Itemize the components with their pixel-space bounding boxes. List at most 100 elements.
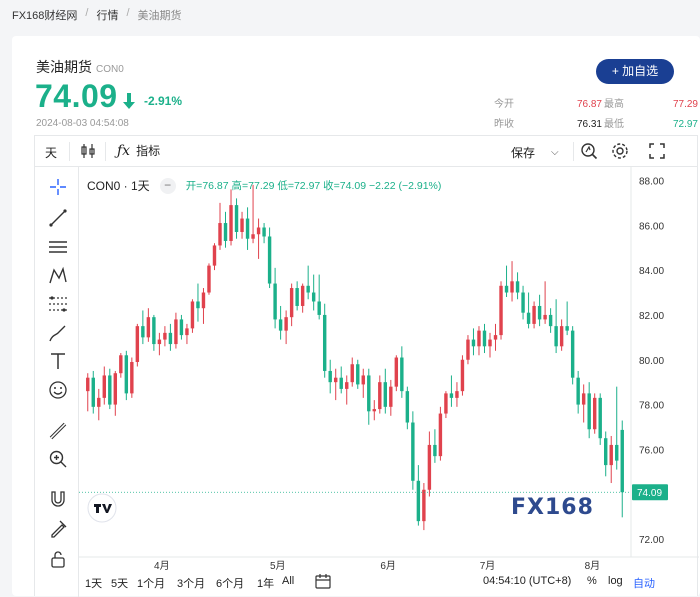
breadcrumb-separator: /	[126, 7, 130, 19]
instrument-code: CON0	[96, 64, 124, 75]
fullscreen-icon[interactable]	[649, 143, 665, 159]
candle-body	[460, 359, 465, 392]
candle-body	[97, 397, 101, 407]
candle-body	[124, 355, 129, 394]
fib-icon[interactable]	[48, 294, 68, 314]
range-1y[interactable]: 1年	[257, 575, 274, 591]
function-icon: ƒx	[117, 142, 131, 159]
candle-body	[113, 373, 118, 405]
indicators-label: 指标	[136, 144, 161, 158]
candle-body	[367, 375, 371, 412]
text-tool-icon[interactable]	[48, 351, 68, 371]
collapse-legend-button[interactable]: −	[159, 177, 176, 194]
low-value: 72.97	[672, 119, 698, 130]
interval-button[interactable]: 天	[45, 144, 57, 161]
crosshair-icon[interactable]	[48, 177, 68, 197]
utc-clock[interactable]: 04:54:10 (UTC+8)	[483, 575, 571, 587]
log-scale-button[interactable]: log	[608, 575, 623, 587]
brush-icon[interactable]	[48, 323, 68, 343]
range-1m[interactable]: 1个月	[137, 575, 165, 591]
candle-body	[576, 377, 580, 405]
candle-body	[526, 312, 531, 324]
candle-body	[163, 332, 167, 340]
candle-body	[378, 382, 382, 410]
breadcrumb-home[interactable]: FX168财经网	[12, 7, 77, 23]
candle-type-icon[interactable]	[81, 143, 95, 159]
indicators-button[interactable]: ƒx 指标	[117, 142, 160, 159]
lock-icon[interactable]	[48, 549, 68, 569]
instrument-name: 美油期货 CON0	[36, 57, 124, 77]
range-5d[interactable]: 5天	[111, 575, 128, 591]
horizontal-lines-icon[interactable]	[48, 237, 68, 257]
candle-body	[466, 339, 470, 360]
breadcrumb-quotes[interactable]: 行情	[96, 7, 118, 23]
candle-body	[604, 438, 608, 466]
candle-body	[135, 326, 140, 362]
candle-body	[328, 370, 332, 383]
candle-body	[361, 375, 365, 385]
candle-body	[207, 265, 211, 293]
candle-body	[592, 397, 597, 430]
range-6m[interactable]: 6个月	[216, 575, 244, 591]
candle-body	[372, 409, 376, 412]
candle-body	[521, 292, 525, 313]
price-tick-label: 72.00	[639, 535, 664, 546]
chart-plot-area[interactable]: 88.0086.0084.0082.0080.0078.0076.0074.00…	[79, 167, 699, 597]
candle-body	[218, 223, 222, 246]
range-3m[interactable]: 3个月	[177, 575, 205, 591]
high-label: 最高	[604, 99, 624, 110]
candle-body	[102, 375, 106, 398]
trend-line-icon[interactable]	[48, 208, 68, 228]
emoji-icon[interactable]	[48, 380, 68, 400]
candle-body	[212, 245, 217, 266]
candle-body	[295, 288, 299, 306]
pattern-icon[interactable]	[48, 266, 68, 286]
candle-body	[427, 444, 432, 490]
range-all[interactable]: All	[282, 575, 294, 587]
candle-body	[537, 305, 542, 320]
price-tick-label: 80.00	[639, 356, 664, 367]
candle-body	[482, 330, 487, 347]
price-tick-label: 82.00	[639, 311, 664, 322]
open-label: 今开	[494, 99, 514, 110]
chevron-down-icon: ⌵	[551, 147, 559, 158]
down-arrow-icon	[123, 93, 135, 109]
range-1d[interactable]: 1天	[85, 575, 102, 591]
auto-scale-button[interactable]: 自动	[633, 575, 655, 591]
candle-body	[185, 328, 189, 336]
percent-scale-button[interactable]: %	[587, 575, 597, 587]
candle-body	[405, 391, 410, 423]
candle-body	[609, 444, 613, 466]
stay-drawing-icon[interactable]	[48, 519, 68, 539]
breadcrumb-separator: /	[85, 7, 89, 19]
candle-body	[251, 234, 255, 239]
tradingview-logo-icon[interactable]	[87, 493, 117, 523]
change-percent: -2.91%	[144, 94, 183, 108]
calendar-goto-icon[interactable]	[315, 573, 331, 589]
add-watchlist-button[interactable]: + 加自选	[596, 59, 674, 84]
candle-body	[130, 362, 134, 394]
candle-body	[229, 205, 233, 241]
chart-widget: 天 ƒx 指标 保存 ⌵ 88.00 86.00 84.00 82.00 80.…	[34, 135, 699, 597]
candle-body	[108, 375, 112, 405]
legend-symbol: CON0 · 1天	[87, 179, 150, 193]
magnet-icon[interactable]	[48, 489, 68, 509]
candle-body	[311, 292, 316, 302]
settings-gear-icon[interactable]	[611, 142, 629, 160]
candle-body	[499, 285, 503, 336]
candle-body	[86, 377, 90, 392]
quick-search-icon[interactable]	[580, 142, 598, 160]
candlestick-chart[interactable]: 88.0086.0084.0082.0080.0078.0076.0074.00…	[79, 167, 699, 571]
drawing-toolbar	[35, 167, 79, 597]
candle-body	[91, 377, 95, 407]
zoom-in-icon[interactable]	[48, 449, 68, 469]
candle-body	[493, 335, 498, 340]
candle-body	[245, 218, 250, 239]
price-tick-label: 78.00	[639, 401, 664, 412]
candle-body	[598, 397, 602, 439]
save-button[interactable]: 保存 ⌵	[511, 144, 559, 161]
candle-body	[356, 364, 360, 385]
candle-body	[477, 330, 481, 347]
candle-body	[587, 393, 591, 430]
ruler-icon[interactable]	[48, 421, 68, 441]
